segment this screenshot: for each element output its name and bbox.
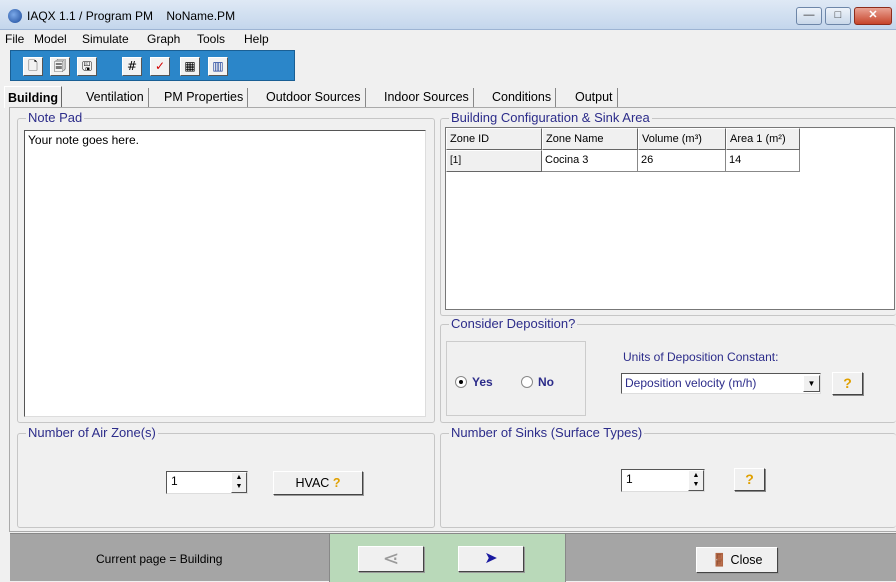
tab-output[interactable]: Output — [575, 88, 618, 107]
chart-icon[interactable]: ▥ — [208, 57, 228, 76]
run-icon[interactable]: # — [122, 57, 142, 76]
column-header-zone-id[interactable]: Zone ID — [446, 128, 542, 150]
deposition-units-select[interactable]: Deposition velocity (m/h) — [621, 373, 821, 394]
note-pad-textarea[interactable]: Your note goes here. — [24, 130, 426, 417]
tab-ventilation[interactable]: Ventilation — [86, 88, 149, 107]
menu-model[interactable]: Model — [34, 32, 67, 46]
status-bar: Current page = Building ⋖ ➤ 🚪 Close — [10, 533, 896, 582]
column-header-zone-name[interactable]: Zone Name — [542, 128, 638, 150]
close-button[interactable]: 🚪 Close — [696, 547, 778, 573]
maximize-button[interactable]: □ — [825, 7, 851, 25]
help-icon: ? — [332, 476, 341, 490]
close-window-button[interactable]: ✕ — [854, 7, 892, 25]
hvac-button[interactable]: HVAC ? — [273, 471, 363, 495]
app-icon — [8, 9, 22, 23]
deposition-help-button[interactable]: ? — [832, 372, 863, 395]
chevron-down-icon[interactable]: ▼ — [803, 375, 820, 392]
minimize-button[interactable]: — — [796, 7, 822, 25]
current-page-label: Current page = Building — [96, 552, 223, 566]
air-zones-spinner[interactable]: ▲ ▼ — [231, 472, 247, 493]
window-title: IAQX 1.1 / Program PM NoName.PM — [27, 9, 236, 23]
column-header-area[interactable]: Area 1 (m²) — [726, 128, 800, 150]
column-header-volume[interactable]: Volume (m³) — [638, 128, 726, 150]
menu-bar: File Model Simulate Graph Tools Help — [0, 30, 896, 48]
deposition-yes-label[interactable]: Yes — [472, 375, 493, 389]
tab-pm-properties[interactable]: PM Properties — [164, 88, 249, 107]
nav-segment: ⋖ ➤ — [330, 534, 566, 582]
sinks-spinner[interactable]: ▲ ▼ — [688, 470, 704, 491]
area-cell[interactable]: 14 — [726, 150, 800, 172]
menu-tools[interactable]: Tools — [197, 32, 225, 46]
current-page-segment: Current page = Building — [10, 534, 330, 582]
building-config-title: Building Configuration & Sink Area — [449, 110, 652, 125]
zone-table[interactable]: Zone ID Zone Name Volume (m³) Area 1 (m²… — [445, 127, 895, 310]
deposition-units-label: Units of Deposition Constant: — [623, 350, 779, 364]
menu-simulate[interactable]: Simulate — [82, 32, 129, 46]
save-file-icon[interactable]: 🖫 — [77, 57, 97, 76]
note-pad-title: Note Pad — [26, 110, 85, 125]
title-bar: IAQX 1.1 / Program PM NoName.PM — □ ✕ — [0, 0, 896, 30]
sinks-help-button[interactable]: ? — [734, 468, 765, 491]
new-file-icon[interactable]: 🗋 — [23, 57, 43, 76]
deposition-yes-radio[interactable] — [455, 376, 467, 388]
calculator-icon[interactable]: ▦ — [180, 57, 200, 76]
tab-conditions[interactable]: Conditions — [492, 88, 557, 107]
deposition-choice-box — [446, 341, 586, 416]
next-page-button[interactable]: ➤ — [458, 546, 524, 572]
menu-file[interactable]: File — [5, 32, 24, 46]
tab-building[interactable]: Building — [4, 86, 62, 108]
toolbar: 🗋 🗐 🖫 # ✓ ▦ ▥ — [10, 50, 295, 81]
volume-cell[interactable]: 26 — [638, 150, 726, 172]
zone-name-cell[interactable]: Cocina 3 — [542, 150, 638, 172]
close-door-icon: 🚪 — [711, 553, 728, 567]
tab-outdoor-sources[interactable]: Outdoor Sources — [266, 88, 366, 107]
deposition-no-radio[interactable] — [521, 376, 533, 388]
check-icon[interactable]: ✓ — [150, 57, 170, 76]
open-file-icon[interactable]: 🗐 — [50, 57, 70, 76]
air-zones-title: Number of Air Zone(s) — [26, 425, 158, 440]
deposition-title: Consider Deposition? — [449, 316, 578, 331]
sinks-title: Number of Sinks (Surface Types) — [449, 425, 645, 440]
tab-indoor-sources[interactable]: Indoor Sources — [384, 88, 474, 107]
deposition-no-label[interactable]: No — [538, 375, 554, 389]
menu-help[interactable]: Help — [244, 32, 269, 46]
previous-page-button[interactable]: ⋖ — [358, 546, 424, 572]
menu-graph[interactable]: Graph — [147, 32, 180, 46]
table-row-header[interactable]: [1] — [446, 150, 542, 172]
